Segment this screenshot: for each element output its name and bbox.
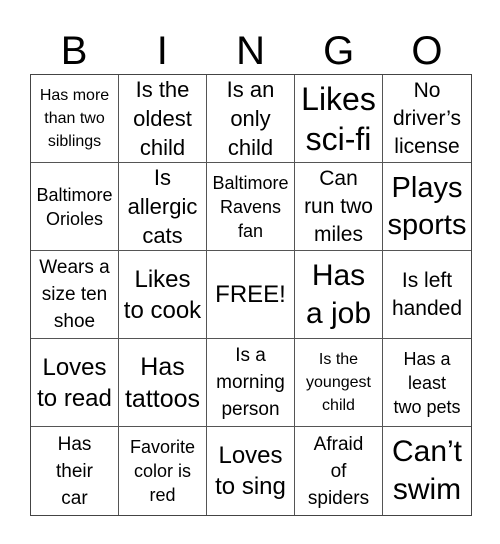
bingo-cell[interactable]: Has more than two siblings — [31, 75, 119, 163]
bingo-cell[interactable]: Can run two miles — [295, 163, 383, 251]
header-letter-o: O — [411, 29, 443, 73]
bingo-cell[interactable]: Can’t swim — [383, 427, 471, 515]
cell-text: Is the youngest child — [306, 351, 371, 414]
cell-text: Can run two miles — [304, 166, 373, 246]
cell-text: Has more than two siblings — [39, 87, 110, 150]
bingo-cell[interactable]: Likes sci-fi — [295, 75, 383, 163]
cell-text: Favorite color is red — [129, 437, 196, 505]
cell-text: Plays sports — [387, 171, 467, 241]
bingo-cell[interactable]: Has tattoos — [119, 339, 207, 427]
bingo-cell[interactable]: Plays sports — [383, 163, 471, 251]
bingo-cell[interactable]: Is the youngest child — [295, 339, 383, 427]
cell-text: Has a least two pets — [393, 348, 461, 417]
cell-text: No driver’s license — [392, 78, 462, 158]
bingo-header: B I N G O — [30, 28, 471, 74]
bingo-cell[interactable]: Baltimore Orioles — [31, 163, 119, 251]
bingo-cell[interactable]: Has their car — [31, 427, 119, 515]
bingo-cell[interactable]: Loves to read — [31, 339, 119, 427]
header-letter-i: I — [156, 29, 168, 73]
bingo-cell[interactable]: Loves to sing — [207, 427, 295, 515]
cell-text: Is an only child — [226, 77, 275, 160]
bingo-card-grid: Has more than two siblings Is the oldest… — [30, 74, 472, 516]
cell-text: Has a job — [305, 258, 372, 330]
cell-text: Is allergic cats — [127, 165, 198, 248]
bingo-cell[interactable]: Is allergic cats — [119, 163, 207, 251]
bingo-cell[interactable]: Is the oldest child — [119, 75, 207, 163]
cell-text: Has tattoos — [124, 352, 201, 413]
cell-text: Can’t swim — [391, 435, 463, 506]
cell-text: FREE! — [215, 281, 286, 308]
cell-text: Has their car — [56, 433, 93, 509]
bingo-cell[interactable]: Likes to cook — [119, 251, 207, 339]
bingo-cell[interactable]: Favorite color is red — [119, 427, 207, 515]
cell-text: Likes to cook — [123, 265, 202, 324]
cell-text: Baltimore Orioles — [36, 184, 113, 229]
cell-text: Baltimore Ravens fan — [212, 172, 289, 241]
free-space[interactable]: FREE! — [207, 251, 295, 339]
cell-text: Is a morning person — [216, 345, 285, 420]
bingo-cell[interactable]: Baltimore Ravens fan — [207, 163, 295, 251]
cell-text: Is the oldest child — [133, 77, 192, 160]
cell-text: Afraid of spiders — [307, 433, 370, 509]
cell-text: Wears a size ten shoe — [39, 257, 110, 332]
cell-text: Is left handed — [391, 268, 463, 320]
bingo-cell[interactable]: Is an only child — [207, 75, 295, 163]
cell-text: Loves to sing — [215, 442, 286, 500]
bingo-cell[interactable]: Is left handed — [383, 251, 471, 339]
bingo-cell[interactable]: No driver’s license — [383, 75, 471, 163]
bingo-cell[interactable]: Afraid of spiders — [295, 427, 383, 515]
bingo-cell[interactable]: Has a least two pets — [383, 339, 471, 427]
bingo-cell[interactable]: Has a job — [295, 251, 383, 339]
header-letter-n: N — [236, 29, 265, 73]
bingo-cell[interactable]: Is a morning person — [207, 339, 295, 427]
header-letter-g: G — [323, 29, 355, 73]
bingo-cell[interactable]: Wears a size ten shoe — [31, 251, 119, 339]
cell-text: Likes sci-fi — [301, 80, 376, 157]
cell-text: Loves to read — [37, 353, 112, 412]
header-letter-b: B — [60, 29, 88, 73]
